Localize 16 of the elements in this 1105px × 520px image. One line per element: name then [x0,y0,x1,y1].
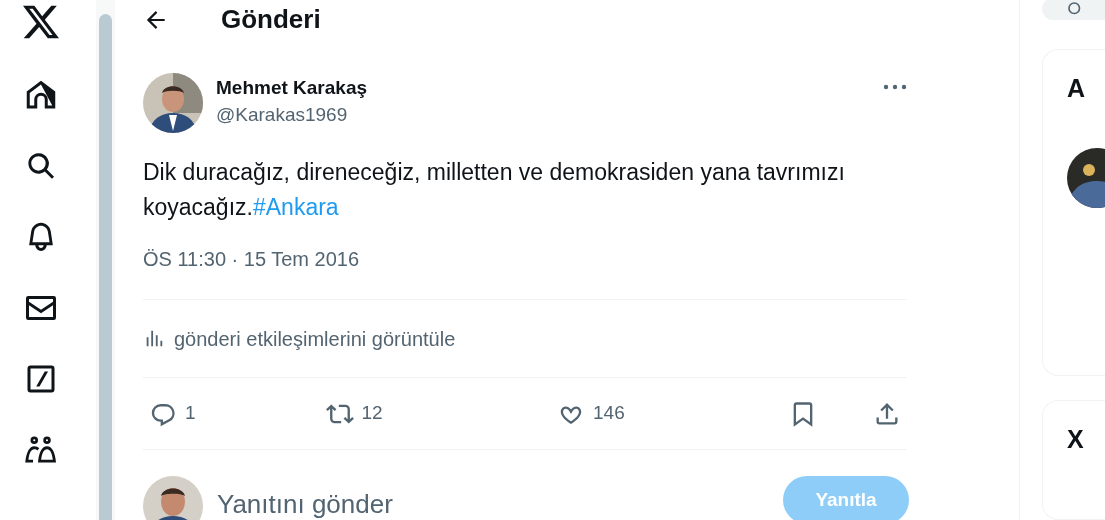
scrollbar-thumb[interactable] [99,14,112,520]
more-icon[interactable] [883,83,907,91]
avatar[interactable] [143,476,203,520]
card-title: A [1067,73,1087,104]
avatar[interactable] [143,73,203,133]
post-timestamp[interactable]: ÖS 11:30 · 15 Tem 2016 [143,247,907,271]
author-name[interactable]: Mehmet Karakaş [216,75,368,101]
view-interactions-link[interactable]: gönderi etkileşimlerini görüntüle [174,323,456,354]
action-count: 1 [185,401,196,426]
action-count: 12 [361,401,383,426]
page-title: Gönderi [221,3,321,36]
author-handle[interactable]: @Karakas1969 [216,101,368,129]
reply-field[interactable]: Yanıtını gönder [217,488,783,520]
card-title: X [1067,424,1085,455]
action-count: 146 [593,401,625,426]
post-text: Dik duracağız, direneceğiz, milletten ve demokrasiden yana tavrımızı koyacağız.#Ankara [143,158,846,222]
